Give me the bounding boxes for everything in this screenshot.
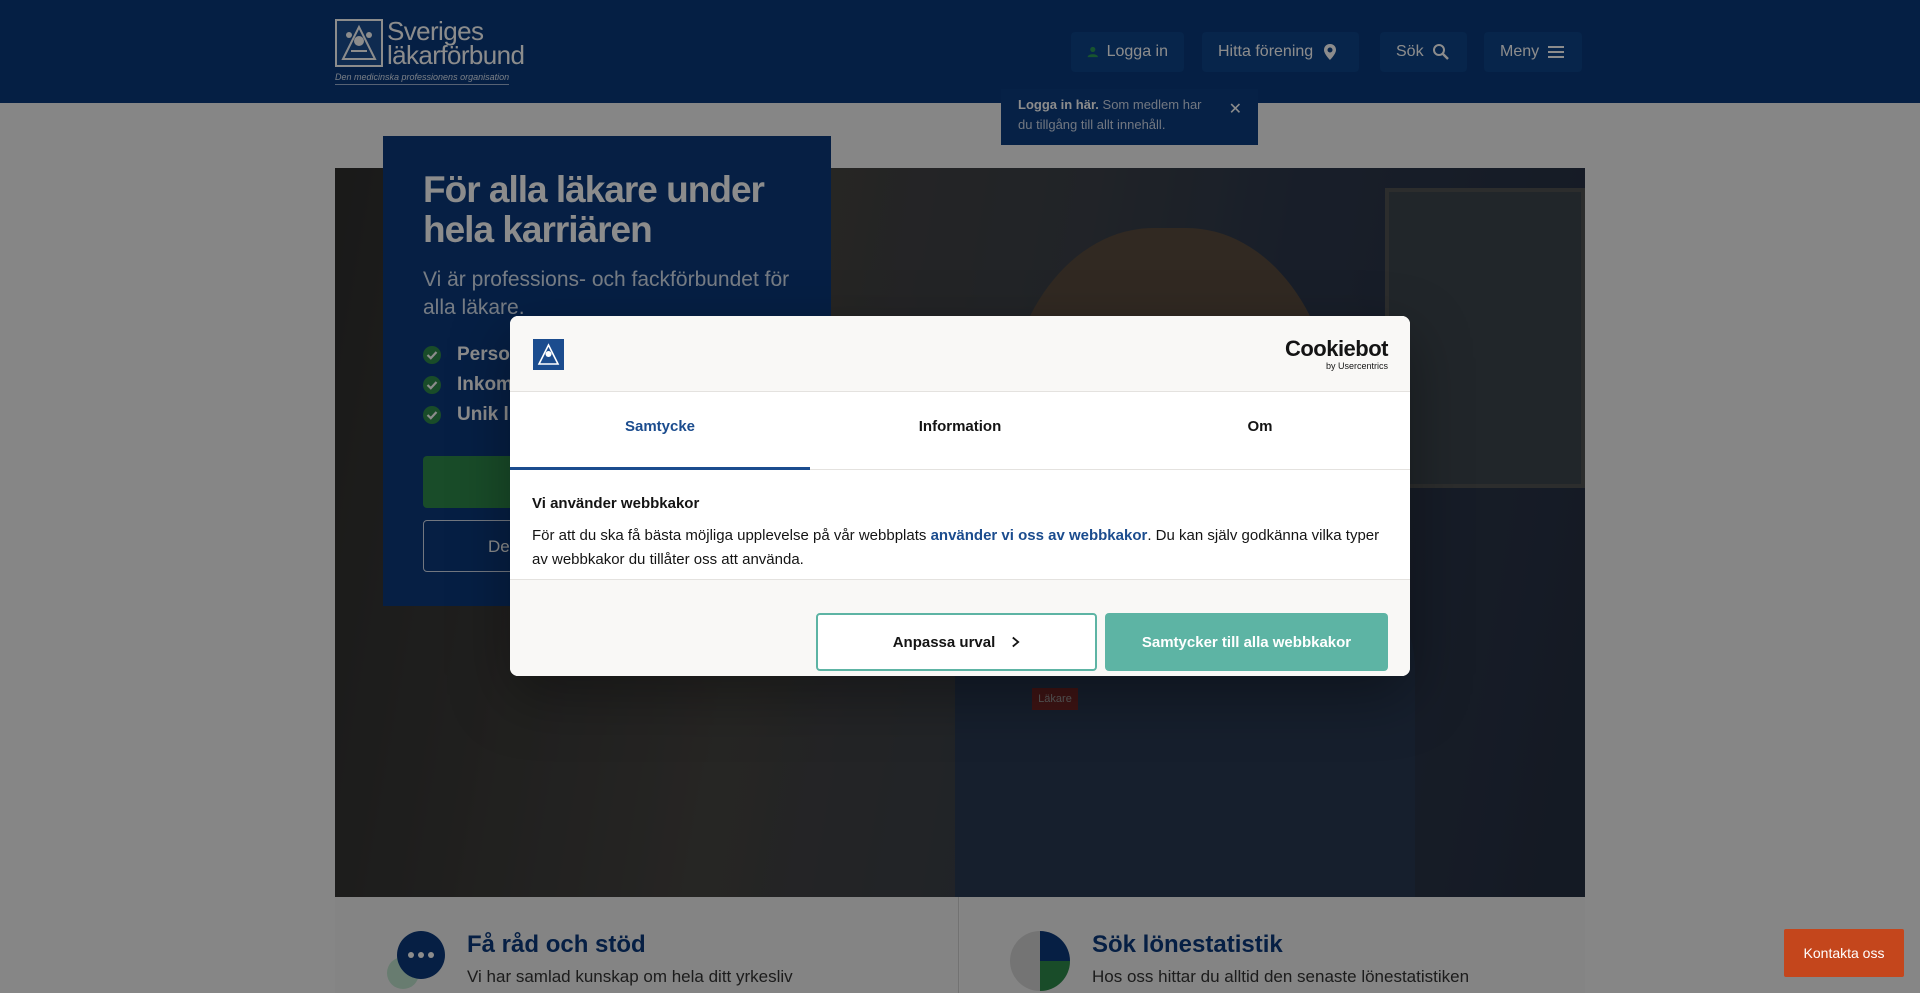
tab-consent[interactable]: Samtycke <box>510 392 810 470</box>
cookiebot-brand: Cookiebot <box>1284 336 1389 361</box>
customize-button[interactable]: Anpassa urval <box>816 613 1097 671</box>
cookie-dialog-header: Cookiebot by Usercentrics <box>510 316 1410 392</box>
cookie-text-before: För att du ska få bästa möjliga upplevel… <box>532 527 931 544</box>
cookie-policy-link[interactable]: använder vi oss av webbkakor <box>931 527 1148 544</box>
cookie-dialog-footer: Anpassa urval Samtycker till alla webbka… <box>510 579 1410 676</box>
site-emblem-icon <box>533 339 564 370</box>
customize-label: Anpassa urval <box>892 633 996 651</box>
tab-information[interactable]: Information <box>810 392 1110 469</box>
cookie-heading: Vi använder webbkakor <box>532 495 700 512</box>
accept-all-button[interactable]: Samtycker till alla webbkakor <box>1105 613 1388 671</box>
contact-button[interactable]: Kontakta oss <box>1784 929 1904 977</box>
cookiebot-logo[interactable]: Cookiebot by Usercentrics <box>1284 336 1389 372</box>
cookiebot-sub: by Usercentrics <box>1325 361 1388 371</box>
cookie-tabs: Samtycke Information Om <box>510 392 1410 470</box>
cookie-dialog-body: Vi använder webbkakor För att du ska få … <box>510 471 1410 595</box>
chevron-right-icon <box>1012 636 1020 648</box>
tab-about[interactable]: Om <box>1110 392 1410 469</box>
cookie-consent-dialog: Cookiebot by Usercentrics Samtycke Infor… <box>510 316 1410 676</box>
cookie-description: För att du ska få bästa möjliga upplevel… <box>532 524 1388 572</box>
